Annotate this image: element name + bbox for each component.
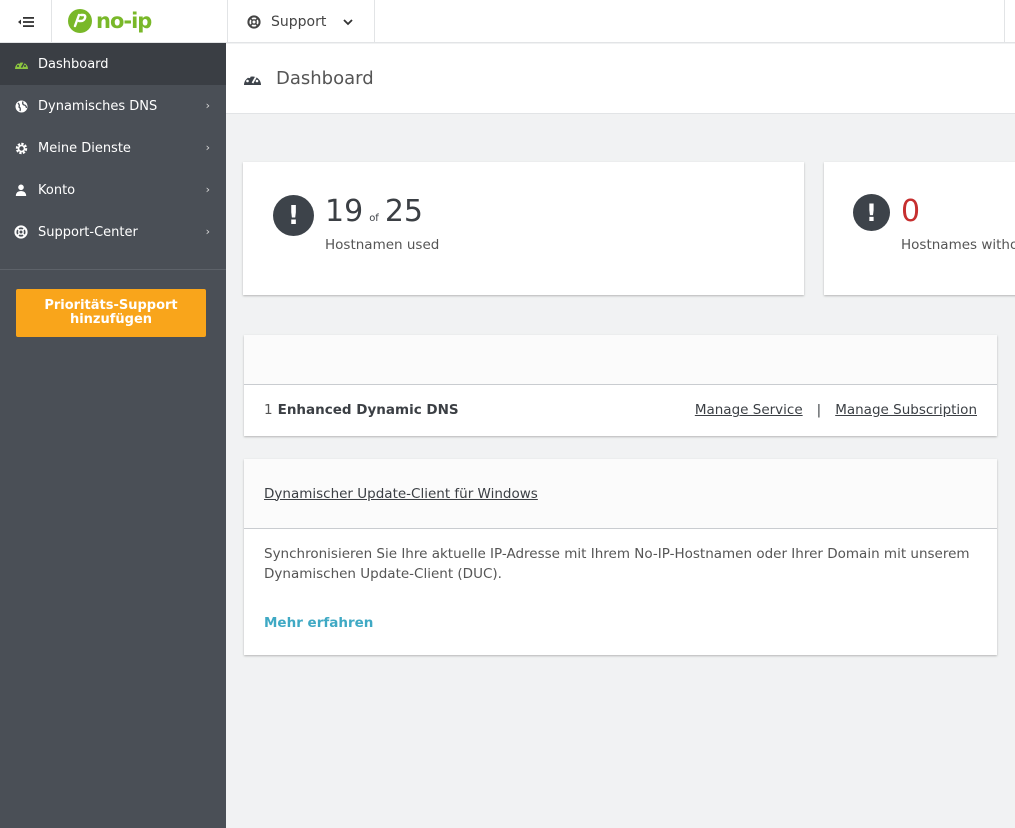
duc-panel: Dynamischer Update-Client für Windows Sy…: [244, 459, 997, 655]
sidebar-item-my-services[interactable]: Meine Dienste ›: [0, 127, 226, 169]
of-label: of: [369, 213, 379, 224]
logo-text: no-ip: [96, 9, 152, 33]
support-label: Support: [271, 13, 327, 30]
learn-more-link[interactable]: Mehr erfahren: [264, 613, 373, 633]
sidebar-item-label: Konto: [38, 182, 76, 198]
hostnames-without-label: Hostnames witho: [901, 237, 1015, 253]
sidebar: Dashboard Dynamisches DNS › Meine Dienst…: [0, 43, 226, 828]
sidebar-item-label: Dashboard: [38, 56, 109, 72]
chevron-right-icon: ›: [205, 183, 210, 196]
globe-icon: [13, 98, 29, 114]
sidebar-divider: [0, 269, 226, 270]
service-count: 1: [264, 402, 273, 418]
page-header: Dashboard: [226, 44, 1015, 114]
service-row: 1 Enhanced Dynamic DNS Manage Service | …: [244, 385, 997, 435]
hostnames-without-card: ! 0 Hostnames witho: [824, 162, 1015, 295]
link-separator: |: [816, 402, 822, 418]
sidebar-item-label: Meine Dienste: [38, 140, 131, 156]
dashboard-icon: [244, 73, 261, 85]
exclamation-icon: !: [853, 194, 890, 231]
duc-windows-link[interactable]: Dynamischer Update-Client für Windows: [264, 486, 538, 502]
used-count: 19: [325, 194, 364, 229]
hostnames-used-card: ! 19 of 25 Hostnamen used: [243, 162, 804, 295]
lifebuoy-icon: [247, 14, 261, 29]
service-links: Manage Service | Manage Subscription: [695, 402, 977, 418]
noip-logo[interactable]: no-ip: [66, 6, 152, 36]
page-title: Dashboard: [276, 68, 374, 89]
sidebar-item-support-center[interactable]: Support-Center ›: [0, 211, 226, 253]
noip-logo-icon: [68, 9, 92, 33]
total-count: 25: [384, 194, 424, 229]
sidebar-item-dynamic-dns[interactable]: Dynamisches DNS ›: [0, 85, 226, 127]
topbar-divider: [1004, 0, 1005, 43]
manage-subscription-link[interactable]: Manage Subscription: [835, 402, 977, 418]
user-icon: [13, 182, 29, 198]
lifebuoy-icon: [13, 224, 29, 240]
chevron-right-icon: ›: [205, 141, 210, 154]
hostnames-used-value: 19 of 25: [325, 194, 423, 229]
exclamation-icon: !: [273, 195, 314, 236]
top-bar: no-ip Support: [0, 0, 1015, 43]
sidebar-toggle-button[interactable]: [0, 0, 52, 43]
duc-panel-header: Dynamischer Update-Client für Windows: [244, 459, 997, 529]
duc-description: Synchronisieren Sie Ihre aktuelle IP-Adr…: [264, 546, 970, 582]
chevron-right-icon: ›: [205, 225, 210, 238]
service-panel-header: [244, 335, 997, 385]
service-panel: 1 Enhanced Dynamic DNS Manage Service | …: [244, 335, 997, 436]
manage-service-link[interactable]: Manage Service: [695, 402, 803, 418]
chevron-right-icon: ›: [205, 99, 210, 112]
gear-icon: [13, 140, 29, 156]
dashboard-icon: [13, 56, 29, 72]
sidebar-item-label: Dynamisches DNS: [38, 98, 158, 114]
menu-collapse-icon: [17, 16, 34, 27]
support-dropdown[interactable]: Support: [227, 0, 375, 43]
hostnames-without-value: 0: [901, 194, 921, 229]
chevron-down-icon: [343, 18, 353, 25]
sidebar-item-label: Support-Center: [38, 224, 138, 240]
sidebar-item-account[interactable]: Konto ›: [0, 169, 226, 211]
sidebar-item-dashboard[interactable]: Dashboard: [0, 43, 226, 85]
add-priority-support-button[interactable]: Prioritäts-Support hinzufügen: [16, 289, 206, 337]
duc-panel-body: Synchronisieren Sie Ihre aktuelle IP-Adr…: [244, 529, 997, 633]
service-name: Enhanced Dynamic DNS: [277, 402, 459, 418]
hostnames-used-label: Hostnamen used: [325, 237, 440, 253]
